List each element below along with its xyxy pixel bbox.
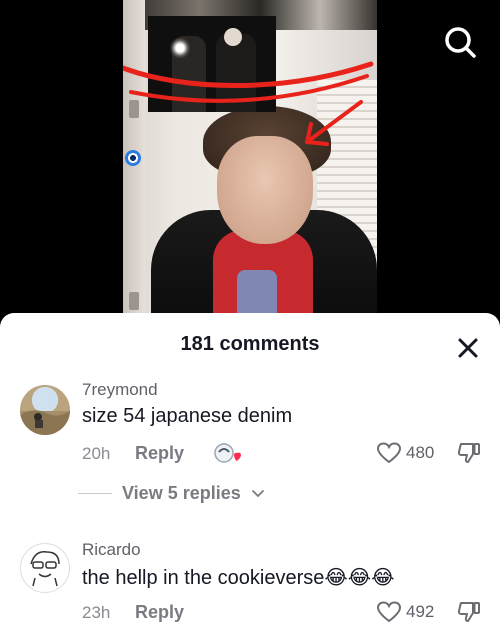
- video-frame: [123, 0, 377, 330]
- close-icon: [458, 338, 478, 358]
- dislike-button[interactable]: [456, 599, 482, 625]
- camera-flash: [170, 38, 190, 58]
- comments-header: 181 comments: [0, 313, 500, 373]
- video-player[interactable]: [0, 0, 500, 330]
- avatar-image: [30, 551, 60, 587]
- door-hinge: [129, 292, 139, 310]
- avatar-image: [20, 410, 70, 435]
- view-replies-label: View 5 replies: [122, 483, 241, 503]
- comment-time: 20h: [82, 444, 111, 463]
- thumbs-down-icon: [457, 443, 480, 463]
- reply-button[interactable]: Reply: [135, 602, 184, 623]
- like-count: 480: [406, 443, 435, 462]
- avatar[interactable]: [20, 543, 70, 593]
- comment-text: size 54 japanese denim: [82, 405, 293, 427]
- close-button[interactable]: [455, 335, 481, 361]
- inset-person-right: [216, 34, 256, 112]
- comment-username[interactable]: Ricardo: [82, 540, 141, 560]
- like-button[interactable]: 492: [376, 600, 434, 624]
- dislike-button[interactable]: [456, 440, 482, 466]
- face: [217, 136, 313, 244]
- creator-liked-badge: [214, 443, 241, 463]
- divider-line: [78, 493, 112, 494]
- like-count: 492: [406, 602, 435, 621]
- inset-head: [224, 28, 242, 46]
- search-button[interactable]: [440, 22, 480, 62]
- comment-text: the hellp in the cookieverse😂😂😂: [82, 567, 395, 589]
- comment-time: 23h: [82, 603, 111, 622]
- avatar[interactable]: [20, 385, 70, 435]
- thumbs-down-icon: [457, 602, 480, 622]
- comments-count: 181 comments: [180, 333, 320, 355]
- reply-button[interactable]: Reply: [135, 443, 184, 464]
- evil-eye-charm: [125, 150, 141, 166]
- heart-outline-icon: [376, 442, 402, 464]
- inset-photo: [148, 16, 276, 112]
- heart-outline-icon: [376, 601, 402, 623]
- like-button[interactable]: 480: [376, 441, 434, 465]
- person-selfie: [151, 100, 377, 330]
- chevron-down-icon: [251, 489, 264, 497]
- view-replies-button[interactable]: View 5 replies: [78, 483, 265, 504]
- search-icon: [445, 27, 476, 58]
- comments-sheet: 181 comments 7reymond size 54 japanese d…: [0, 313, 500, 626]
- door-hinge: [129, 100, 139, 118]
- comment-username[interactable]: 7reymond: [82, 380, 158, 400]
